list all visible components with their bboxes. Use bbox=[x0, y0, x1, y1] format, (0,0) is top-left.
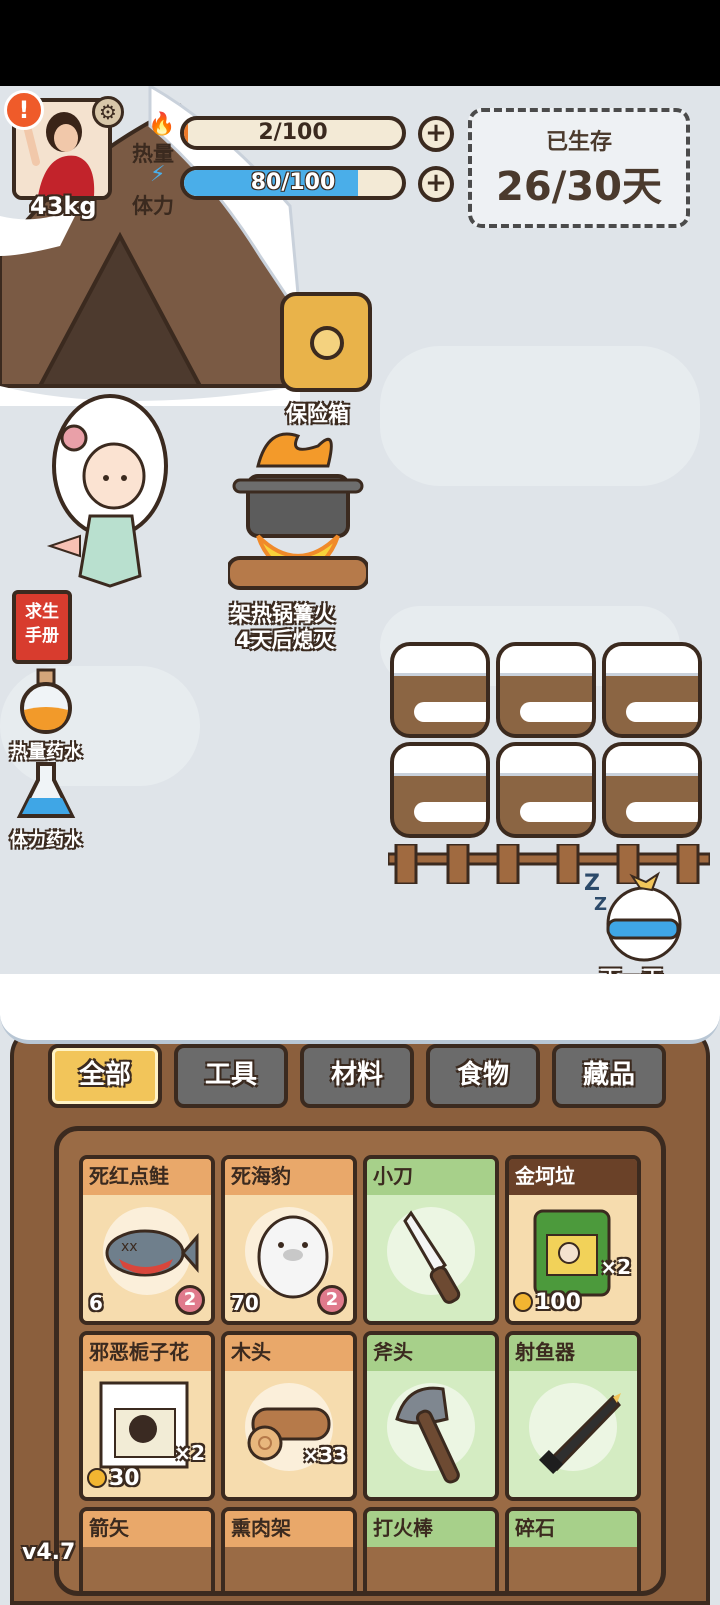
item-name: 死海豹 bbox=[225, 1159, 353, 1195]
heat-potion-label: 热量药水 bbox=[10, 742, 82, 763]
item-name: 邪恶栀子花 bbox=[83, 1335, 211, 1371]
field-plot[interactable] bbox=[390, 742, 490, 838]
svg-text:Z: Z bbox=[584, 871, 600, 896]
inventory-item-red-char[interactable]: 死红点鲑 xx 6 2 bbox=[79, 1155, 215, 1325]
safe-box[interactable] bbox=[280, 292, 372, 392]
shelf-snow bbox=[0, 974, 720, 1044]
manual-line1: 求生 bbox=[25, 602, 59, 622]
coin-icon bbox=[513, 1292, 533, 1312]
item-name: 斧头 bbox=[367, 1335, 495, 1371]
add-heat-button[interactable]: + bbox=[418, 116, 454, 152]
item-count: ×2 bbox=[600, 1255, 631, 1279]
item-name: 金坷垃 bbox=[509, 1159, 637, 1195]
stamina-label: 体力 bbox=[132, 194, 174, 218]
add-stamina-button[interactable]: + bbox=[418, 166, 454, 202]
item-name: 射鱼器 bbox=[509, 1335, 637, 1371]
stamina-potion-label: 体力药水 bbox=[10, 830, 82, 851]
item-heat: 70 bbox=[231, 1291, 259, 1315]
svg-text:Z: Z bbox=[594, 894, 607, 915]
item-name: 箭矢 bbox=[83, 1511, 211, 1547]
stamina-potion-icon bbox=[16, 762, 76, 818]
item-name: 碎石 bbox=[509, 1511, 637, 1547]
item-price-value: 30 bbox=[109, 1466, 140, 1491]
stamina-bar: 80/100 bbox=[180, 166, 406, 200]
item-spoil-days: 2 bbox=[317, 1285, 347, 1315]
fertilizer-bag-icon bbox=[533, 1209, 611, 1297]
settings-gear-icon[interactable]: ⚙ bbox=[92, 96, 124, 128]
lightning-icon: ⚡ bbox=[150, 162, 166, 187]
fish-icon: xx bbox=[105, 1229, 199, 1277]
item-name: 木头 bbox=[225, 1335, 353, 1371]
field-plot[interactable] bbox=[496, 742, 596, 838]
item-count: ×33 bbox=[302, 1443, 347, 1467]
tab-materials[interactable]: 材料 bbox=[300, 1044, 414, 1108]
inventory-item-axe[interactable]: 斧头 bbox=[363, 1331, 499, 1501]
coin-icon bbox=[87, 1468, 107, 1488]
inventory-item-arrows[interactable]: 箭矢 bbox=[79, 1507, 215, 1591]
axe-icon bbox=[395, 1386, 460, 1484]
tab-collectibles[interactable]: 藏品 bbox=[552, 1044, 666, 1108]
inventory-item-fish-gun[interactable]: 射鱼器 bbox=[505, 1331, 641, 1501]
next-day-button[interactable]: Z Z 下一天 bbox=[584, 866, 694, 990]
inventory-item-gravel[interactable]: 碎石 bbox=[505, 1507, 641, 1591]
item-price-value: 100 bbox=[535, 1290, 581, 1315]
manual-line2: 手册 bbox=[25, 626, 59, 646]
speargun-icon bbox=[538, 1393, 621, 1475]
campfire-status: 4天后熄灭 bbox=[236, 628, 335, 652]
player-weight: 43kg bbox=[30, 192, 97, 220]
item-count: ×2 bbox=[174, 1441, 205, 1465]
heat-bar: 2/100 bbox=[180, 116, 406, 150]
field-plot[interactable] bbox=[496, 642, 596, 738]
inventory-item-wood[interactable]: 木头 ×33 bbox=[221, 1331, 357, 1501]
inventory-item-fire-starter[interactable]: 打火棒 bbox=[363, 1507, 499, 1591]
item-name: 小刀 bbox=[367, 1159, 495, 1195]
survival-counter: 已生存 26/30天 bbox=[468, 108, 690, 228]
inventory-tabs: 全部 工具 材料 食物 藏品 bbox=[48, 1044, 674, 1108]
flame-icon: 🔥 bbox=[148, 112, 176, 137]
item-name: 死红点鲑 bbox=[83, 1159, 211, 1195]
item-name: 打火棒 bbox=[367, 1511, 495, 1547]
inventory-item-gold-fertilizer[interactable]: 金坷垃 ×2 100 bbox=[505, 1155, 641, 1325]
safe-label: 保险箱 bbox=[286, 402, 349, 426]
inventory-item-evil-gardenia[interactable]: 邪恶栀子花 ×2 30 bbox=[79, 1331, 215, 1501]
alert-badge-icon[interactable]: ! bbox=[4, 90, 44, 130]
heat-value: 2/100 bbox=[258, 120, 328, 145]
inventory-item-dead-seal[interactable]: 死海豹 70 2 bbox=[221, 1155, 357, 1325]
svg-text:xx: xx bbox=[121, 1239, 138, 1255]
survival-title: 已生存 bbox=[545, 130, 612, 155]
knife-icon bbox=[403, 1210, 461, 1304]
snow-patch bbox=[380, 346, 700, 486]
survival-days: 26/30天 bbox=[496, 164, 662, 210]
campfire-pot[interactable] bbox=[228, 426, 368, 596]
tab-all[interactable]: 全部 bbox=[48, 1044, 162, 1108]
heat-potion-icon bbox=[20, 668, 72, 734]
item-heat: 6 bbox=[89, 1291, 103, 1315]
item-name: 熏肉架 bbox=[225, 1511, 353, 1547]
tab-food[interactable]: 食物 bbox=[426, 1044, 540, 1108]
item-price: 100 bbox=[513, 1290, 581, 1315]
item-spoil-days: 2 bbox=[175, 1285, 205, 1315]
inventory-item-knife[interactable]: 小刀 bbox=[363, 1155, 499, 1325]
stamina-potion-button[interactable]: 体力药水 bbox=[6, 762, 86, 852]
stamina-value: 80/100 bbox=[250, 170, 336, 195]
version-label: v4.7 bbox=[22, 1540, 76, 1565]
survival-manual-button[interactable]: 求生 手册 bbox=[12, 590, 72, 664]
field-plot[interactable] bbox=[390, 642, 490, 738]
inventory-item-smoking-rack[interactable]: 熏肉架 bbox=[221, 1507, 357, 1591]
inventory-panel: 死红点鲑 xx 6 2 死海豹 70 2 小刀 金坷垃 ×2 100 邪恶栀子花… bbox=[54, 1126, 666, 1596]
heat-potion-button[interactable]: 热量药水 bbox=[6, 668, 86, 764]
tab-tools[interactable]: 工具 bbox=[174, 1044, 288, 1108]
game-scene: ! ⚙ 43kg 🔥 热量 2/100 + ⚡ 体力 80/100 + 已生存 … bbox=[0, 86, 720, 1605]
field-plot[interactable] bbox=[602, 642, 702, 738]
field-plot[interactable] bbox=[602, 742, 702, 838]
sleeping-girl-icon: Z Z bbox=[584, 871, 682, 962]
item-price: 30 bbox=[87, 1466, 140, 1491]
player-character[interactable] bbox=[40, 386, 180, 596]
safe-dial-icon bbox=[310, 326, 344, 360]
